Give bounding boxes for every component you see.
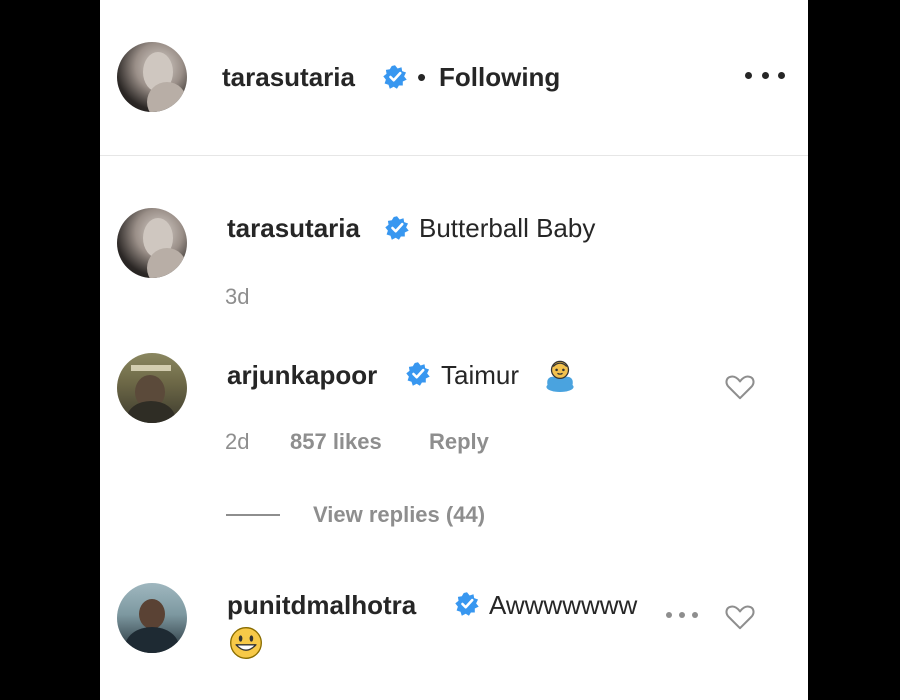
grinning-face-emoji-icon	[230, 627, 262, 659]
caption-time: 3d	[225, 284, 250, 309]
baby-face-emoji-icon	[546, 360, 574, 392]
following-button[interactable]: Following	[439, 62, 560, 93]
comment-username[interactable]: arjunkapoor	[227, 360, 377, 391]
comment-time: 2d	[225, 429, 250, 454]
like-heart-icon[interactable]	[725, 373, 755, 401]
caption-text: Butterball Baby	[419, 213, 596, 243]
comment-likes[interactable]: 857 likes	[290, 429, 382, 455]
like-heart-icon[interactable]	[725, 603, 755, 631]
verified-badge-icon	[406, 362, 430, 386]
more-options-icon[interactable]	[666, 612, 698, 620]
verified-badge-icon	[383, 65, 407, 89]
author-username[interactable]: tarasutaria	[222, 62, 355, 93]
post-header: tarasutaria • Following	[100, 0, 808, 156]
verified-badge-icon	[455, 592, 479, 616]
comment-text: Taimur	[441, 360, 520, 390]
more-options-icon[interactable]	[745, 62, 785, 88]
comment-username[interactable]: punitdmalhotra	[227, 590, 416, 621]
separator-dot: •	[417, 62, 427, 92]
author-avatar[interactable]	[117, 42, 187, 112]
caption-username[interactable]: tarasutaria	[227, 213, 360, 244]
caption-avatar[interactable]	[117, 208, 187, 278]
comment-avatar[interactable]	[117, 583, 187, 653]
reply-button[interactable]: Reply	[429, 429, 489, 455]
post-panel: tarasutaria • Following tarasutaria Butt…	[100, 0, 808, 700]
comment-avatar[interactable]	[117, 353, 187, 423]
comment-text: Awwwwwww	[489, 590, 638, 620]
view-replies-line	[226, 514, 280, 516]
verified-badge-icon	[385, 216, 409, 240]
view-replies-button[interactable]: View replies (44)	[313, 502, 485, 528]
